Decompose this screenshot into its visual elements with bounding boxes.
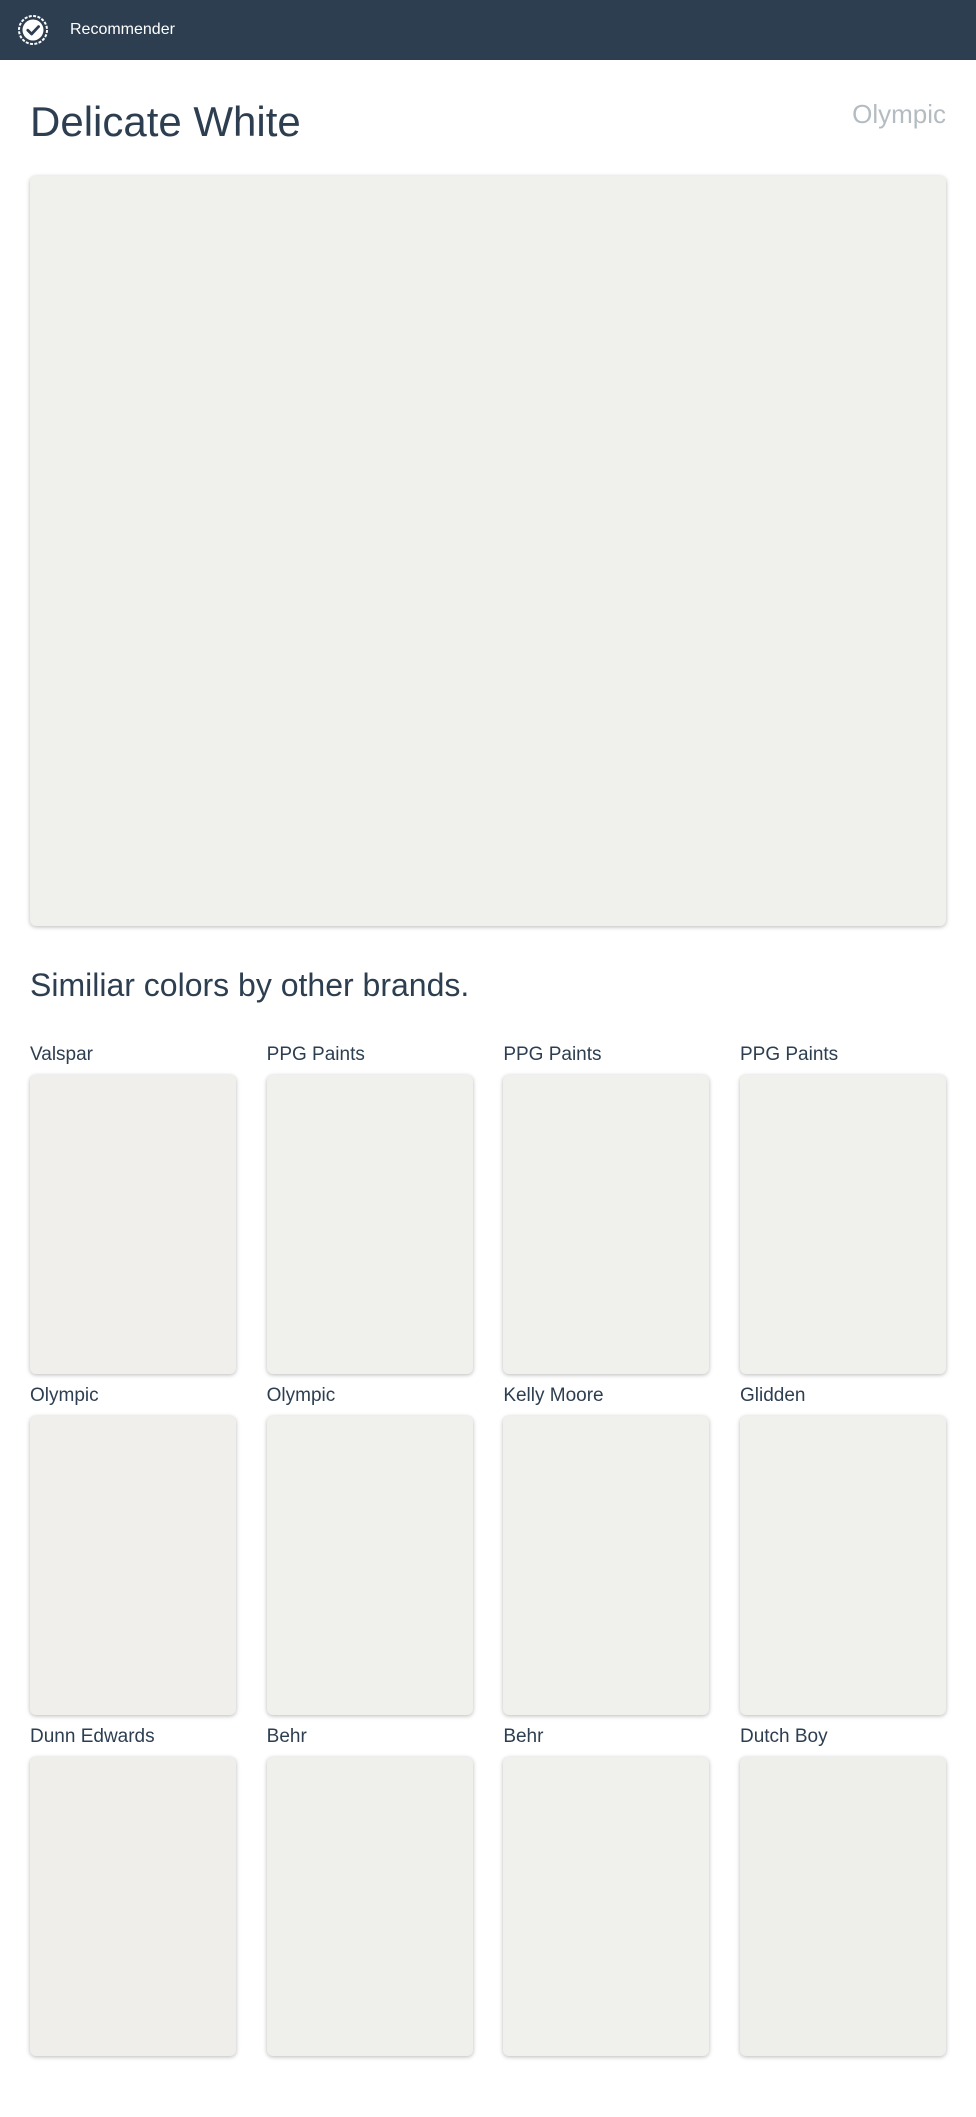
similar-color-swatch[interactable] (739, 1416, 946, 1715)
similar-color-brand: Glidden (739, 1385, 806, 1406)
similar-color-card[interactable]: Valspar (30, 1040, 236, 1381)
similar-color-brand: Olympic (266, 1385, 336, 1406)
similar-color-swatch[interactable] (30, 1075, 236, 1374)
similar-color-swatch[interactable] (30, 1416, 236, 1715)
similar-colors-grid: Valspar PPG Paints PPG Paints PPG Paints… (30, 1040, 946, 2063)
similar-color-brand: Kelly Moore (503, 1385, 604, 1406)
similar-color-swatch[interactable] (503, 1757, 710, 2056)
brand-link[interactable]: Recommender (70, 20, 175, 40)
similar-color-swatch[interactable] (266, 1075, 473, 1374)
similar-color-swatch[interactable] (739, 1075, 946, 1374)
similar-color-swatch[interactable] (503, 1416, 710, 1715)
similar-color-swatch[interactable] (266, 1416, 473, 1715)
similar-color-card[interactable]: PPG Paints (503, 1040, 710, 1381)
top-navbar: Recommender (0, 0, 976, 60)
similar-color-card[interactable]: Dunn Edwards (30, 1722, 236, 2063)
main-color-swatch (30, 176, 946, 926)
similar-color-card[interactable]: Olympic (30, 1381, 236, 1722)
similar-color-card[interactable]: Dutch Boy (739, 1722, 946, 2063)
check-badge-icon[interactable] (17, 14, 49, 46)
similar-color-brand: PPG Paints (739, 1044, 839, 1065)
similar-color-card[interactable]: PPG Paints (266, 1040, 473, 1381)
color-title: Delicate White (30, 98, 301, 145)
similar-color-card[interactable]: PPG Paints (739, 1040, 946, 1381)
similar-color-card[interactable]: Kelly Moore (503, 1381, 710, 1722)
color-brand: Olympic (852, 99, 946, 129)
similar-color-brand: Behr (503, 1726, 544, 1747)
similar-color-brand: Dunn Edwards (30, 1726, 155, 1747)
similar-color-swatch[interactable] (739, 1757, 946, 2056)
similar-color-card[interactable]: Behr (503, 1722, 710, 2063)
similar-colors-heading: Similiar colors by other brands. (30, 967, 470, 1003)
similar-color-swatch[interactable] (266, 1757, 473, 2056)
similar-color-card[interactable]: Glidden (739, 1381, 946, 1722)
similar-color-brand: Valspar (30, 1044, 94, 1065)
similar-color-brand: Behr (266, 1726, 307, 1747)
similar-color-swatch[interactable] (503, 1075, 710, 1374)
similar-color-brand: Dutch Boy (739, 1726, 828, 1747)
similar-color-brand: Olympic (30, 1385, 99, 1406)
similar-color-brand: PPG Paints (503, 1044, 602, 1065)
similar-color-card[interactable]: Olympic (266, 1381, 473, 1722)
similar-color-card[interactable]: Behr (266, 1722, 473, 2063)
similar-color-brand: PPG Paints (266, 1044, 365, 1065)
similar-color-swatch[interactable] (30, 1757, 236, 2056)
